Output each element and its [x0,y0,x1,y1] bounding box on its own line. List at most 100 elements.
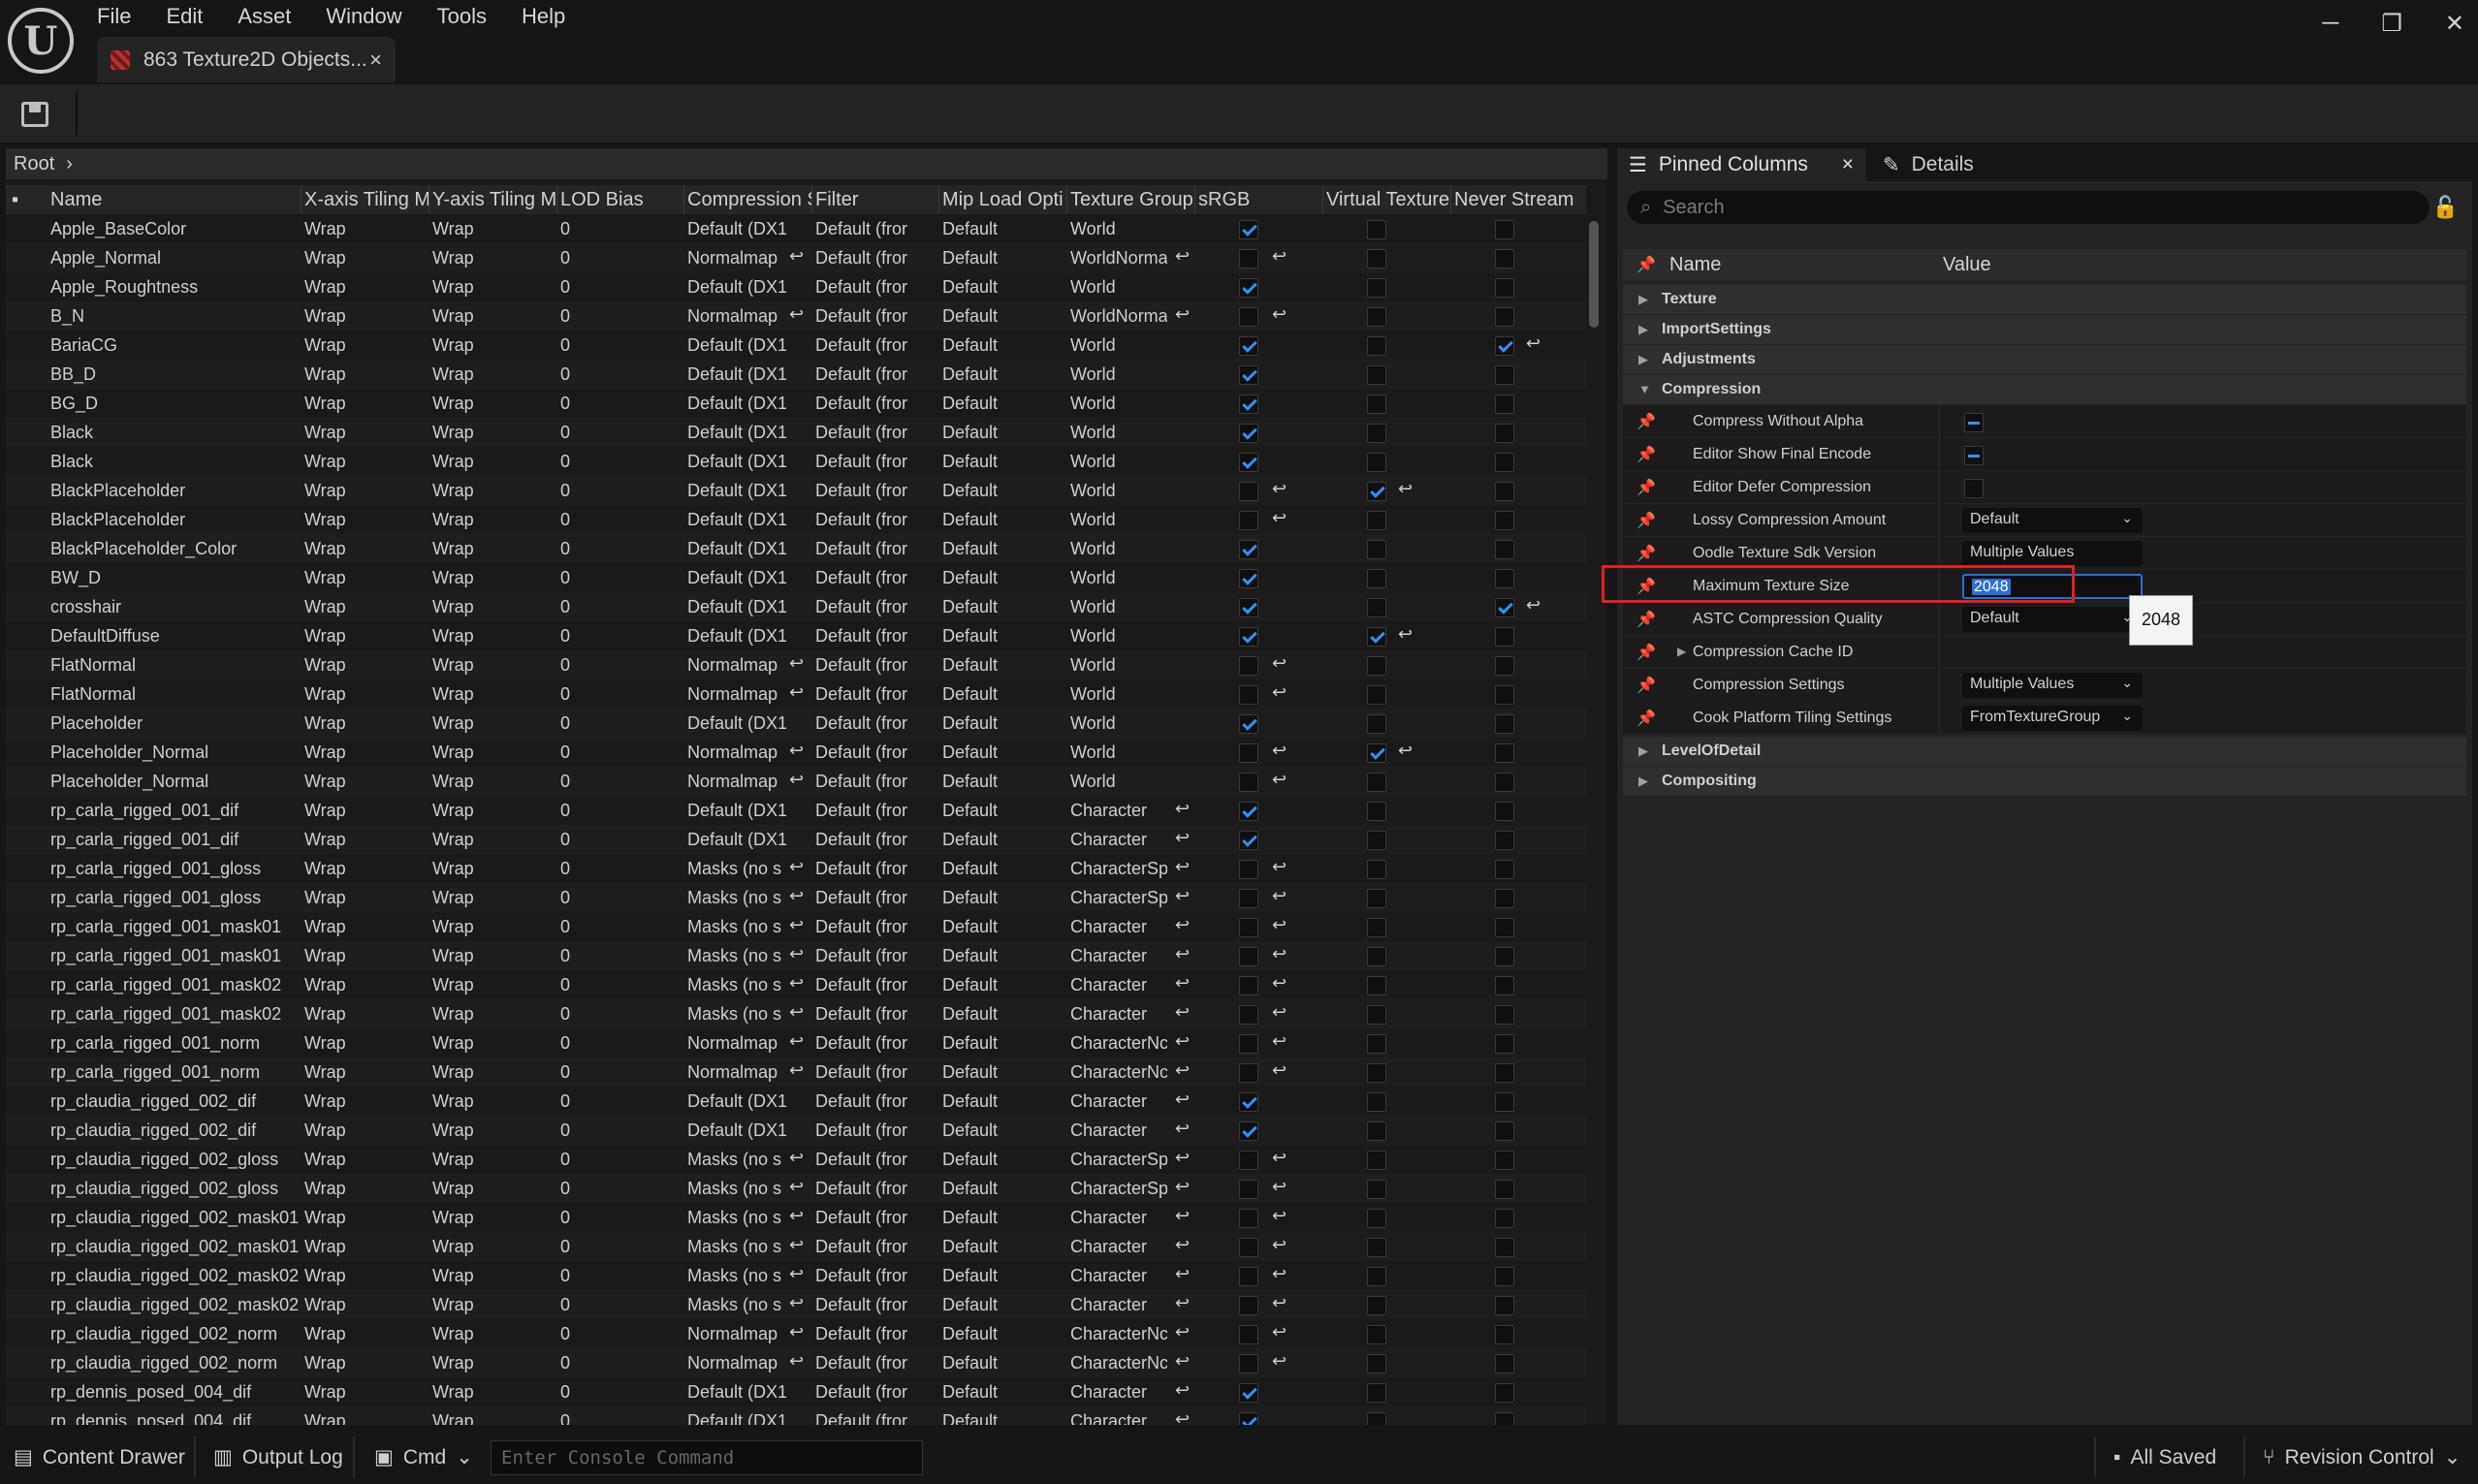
reset-to-default-icon[interactable]: ↩ [1175,886,1190,906]
table-cell[interactable]: Wrap [304,888,427,908]
reset-to-default-icon[interactable]: ↩ [1272,508,1287,528]
never-stream-checkbox[interactable] [1495,1005,1514,1025]
table-cell[interactable]: Normalmap [687,1353,786,1373]
column-header[interactable]: Filter [815,189,939,211]
table-cell[interactable]: Default [942,539,1064,559]
table-cell[interactable]: Default [942,772,1064,792]
reset-to-default-icon[interactable]: ↩ [1272,944,1287,964]
virtual-texture-checkbox[interactable] [1367,1121,1386,1141]
table-cell[interactable]: Default (fror [815,510,937,530]
table-cell[interactable]: Default (fror [815,1121,937,1141]
minimize-icon[interactable]: ─ [2322,10,2338,38]
virtual-texture-checkbox[interactable] [1367,1296,1386,1315]
table-cell[interactable]: Default (DX1 [687,801,786,821]
srgb-checkbox[interactable] [1239,453,1258,472]
never-stream-checkbox[interactable] [1495,714,1514,734]
srgb-checkbox[interactable] [1239,220,1258,239]
srgb-checkbox[interactable] [1239,947,1258,966]
table-cell[interactable]: Default (fror [815,801,937,821]
table-cell[interactable]: Character [1070,1091,1167,1112]
table-cell[interactable]: Default [942,888,1064,908]
table-cell[interactable]: Default [942,1121,1064,1141]
table-cell[interactable]: Default [942,277,1064,298]
tab-pinned-columns[interactable]: ☰ Pinned Columns × [1617,148,1865,181]
reset-to-default-icon[interactable]: ↩ [1175,915,1190,935]
srgb-checkbox[interactable] [1239,1383,1258,1403]
table-cell[interactable]: Default [942,1295,1064,1315]
table-cell[interactable]: Wrap [304,1091,427,1112]
table-row[interactable]: rp_dennis_posed_004_dif Wrap Wrap 0 Default … [6,1406,1586,1425]
never-stream-checkbox[interactable] [1495,365,1514,385]
table-cell[interactable]: 0 [560,888,683,908]
content-drawer-button[interactable]: ▤ Content Drawer [14,1431,185,1484]
asset-name-cell[interactable]: rp_carla_rigged_001_norm [50,1033,301,1054]
table-cell[interactable]: Default (DX1 [687,1411,786,1425]
virtual-texture-checkbox[interactable] [1367,918,1386,937]
virtual-texture-checkbox[interactable] [1367,424,1386,443]
table-row[interactable]: rp_claudia_rigged_002_mask02 Wrap Wrap 0 Mas… [6,1261,1586,1290]
table-row[interactable]: Apple_BaseColor Wrap Wrap 0 Default (DX1 Defa… [6,214,1586,243]
virtual-texture-checkbox[interactable] [1367,365,1386,385]
table-cell[interactable]: Default (DX1 [687,219,786,239]
table-row[interactable]: FlatNormal Wrap Wrap 0 Normalmap Default (fro… [6,650,1586,679]
reset-to-default-icon[interactable]: ↩ [789,1264,804,1284]
table-cell[interactable]: World [1070,655,1167,676]
asset-name-cell[interactable]: Black [50,423,301,443]
reset-to-default-icon[interactable]: ↩ [789,1002,804,1023]
table-cell[interactable]: Default [942,1353,1064,1373]
table-cell[interactable]: Default [942,481,1064,501]
srgb-checkbox[interactable] [1239,1005,1258,1025]
virtual-texture-checkbox[interactable] [1367,1092,1386,1112]
table-cell[interactable]: Wrap [432,1121,555,1141]
never-stream-checkbox[interactable] [1495,1180,1514,1199]
table-cell[interactable]: Wrap [304,684,427,705]
reset-to-default-icon[interactable]: ↩ [1175,304,1190,325]
column-header[interactable]: Texture Group [1070,189,1194,211]
never-stream-checkbox[interactable] [1495,540,1514,559]
table-cell[interactable]: Default [942,859,1064,879]
table-cell[interactable]: Normalmap [687,306,786,327]
asset-name-cell[interactable]: DefaultDiffuse [50,626,301,647]
never-stream-checkbox[interactable] [1495,1209,1514,1228]
reset-to-default-icon[interactable]: ↩ [1175,944,1190,964]
table-cell[interactable]: Character [1070,830,1167,850]
never-stream-checkbox[interactable] [1495,424,1514,443]
table-cell[interactable]: Default (fror [815,1091,937,1112]
virtual-texture-checkbox[interactable] [1367,1209,1386,1228]
reset-to-default-icon[interactable]: ↩ [789,682,804,703]
never-stream-checkbox[interactable] [1495,1354,1514,1373]
column-divider[interactable] [1322,185,1323,214]
table-cell[interactable]: Wrap [432,423,555,443]
table-cell[interactable]: Wrap [304,1150,427,1170]
table-row[interactable]: BlackPlaceholder_Color Wrap Wrap 0 Default (… [6,534,1586,563]
table-cell[interactable]: Wrap [432,917,555,937]
never-stream-checkbox[interactable] [1495,831,1514,850]
reset-to-default-icon[interactable]: ↩ [1272,1235,1287,1255]
table-cell[interactable]: 0 [560,1411,683,1425]
table-row[interactable]: Apple_Normal Wrap Wrap 0 Normalmap Default (f… [6,243,1586,272]
table-cell[interactable]: Character [1070,1295,1167,1315]
reset-to-default-icon[interactable]: ↩ [1526,333,1541,354]
table-cell[interactable]: Wrap [432,1004,555,1025]
asset-name-cell[interactable]: FlatNormal [50,684,301,705]
document-tab[interactable]: 863 Texture2D Objects... × [97,37,396,82]
table-row[interactable]: crosshair Wrap Wrap 0 Default (DX1 Default (f… [6,592,1586,621]
reset-to-default-icon[interactable]: ↩ [789,1322,804,1342]
reset-to-default-icon[interactable]: ↩ [1272,1293,1287,1313]
table-cell[interactable]: Wrap [432,1091,555,1112]
table-cell[interactable]: Wrap [432,830,555,850]
table-cell[interactable]: 0 [560,626,683,647]
table-cell[interactable]: World [1070,713,1167,734]
virtual-texture-checkbox[interactable] [1367,656,1386,676]
table-cell[interactable]: Default (DX1 [687,713,786,734]
reset-to-default-icon[interactable]: ↩ [1272,1264,1287,1284]
virtual-texture-checkbox[interactable] [1367,1151,1386,1170]
save-icon[interactable] [21,102,48,127]
restore-icon[interactable]: ❐ [2381,10,2402,38]
reset-to-default-icon[interactable]: ↩ [789,770,804,790]
table-cell[interactable]: 0 [560,917,683,937]
reset-to-default-icon[interactable]: ↩ [1175,1031,1190,1052]
asset-name-cell[interactable]: rp_carla_rigged_001_gloss [50,888,301,908]
table-cell[interactable]: 0 [560,423,683,443]
astc-quality-dropdown[interactable]: Default ⌄ [1962,607,2143,632]
